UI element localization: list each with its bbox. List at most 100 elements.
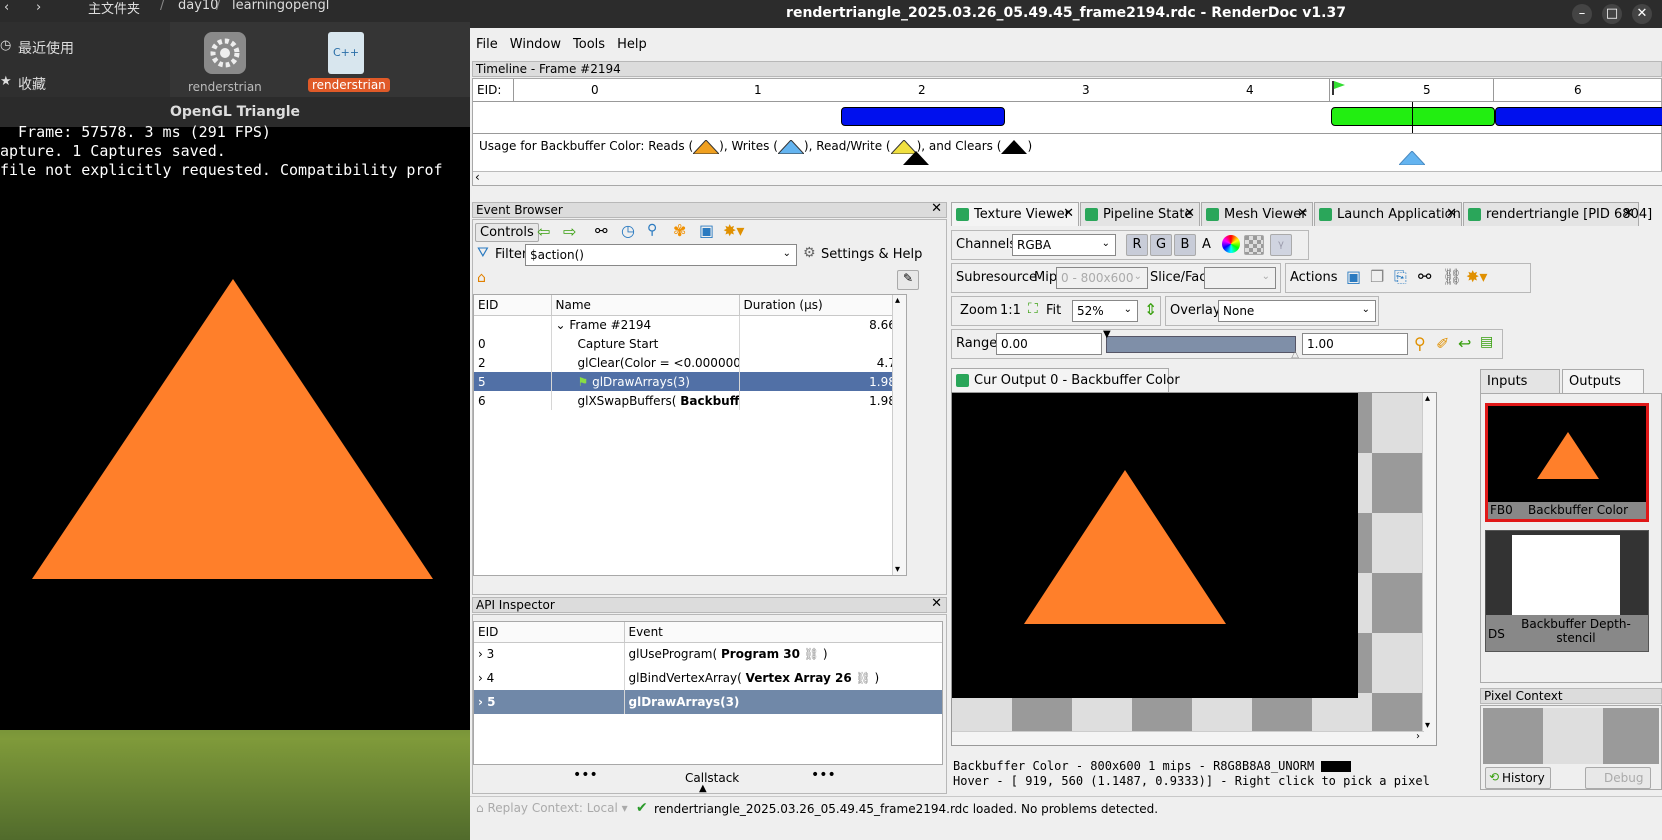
sidebar-item-starred[interactable]: 收藏: [18, 74, 46, 94]
api-row[interactable]: › 4 glBindVertexArray( Vertex Array 26 ⛓ …: [474, 666, 942, 690]
menu-window[interactable]: Window: [504, 34, 567, 52]
history-button[interactable]: ⟲ History: [1485, 767, 1551, 789]
gamma-toggle[interactable]: γ: [1270, 234, 1292, 256]
tab-rendertriangle-pid[interactable]: rendertriangle [PID 6804] ✕: [1463, 202, 1652, 226]
channel-r-toggle[interactable]: R: [1126, 234, 1148, 256]
close-icon[interactable]: ✕: [931, 202, 942, 216]
table-row[interactable]: 0 Capture Start: [474, 334, 906, 353]
tab-outputs[interactable]: Outputs: [1562, 369, 1644, 393]
table-row[interactable]: 2glClear(Color = <0.000000, 0.…4.70: [474, 353, 906, 372]
texture-preview[interactable]: ▴ ▾ ›: [951, 392, 1437, 746]
save-icon[interactable]: ▣: [699, 221, 714, 240]
bookmark-icon[interactable]: ⚲: [647, 222, 657, 238]
colors-icon[interactable]: ✾: [673, 221, 686, 240]
timeline-event-bar[interactable]: [1495, 107, 1662, 126]
sidebar-item-recent[interactable]: 最近使用: [18, 38, 74, 58]
scrollbar[interactable]: ▴ ▾: [892, 295, 906, 575]
slice-select[interactable]: ⌄: [1204, 267, 1276, 289]
color-wheel-icon[interactable]: [1222, 235, 1240, 253]
tab-inputs[interactable]: Inputs: [1480, 369, 1560, 393]
zoom-1to1-button[interactable]: 1:1: [1000, 303, 1021, 318]
fit-button[interactable]: Fit: [1046, 303, 1061, 318]
forward-icon[interactable]: ›: [36, 0, 41, 15]
path-segment[interactable]: learningopengl: [232, 0, 329, 13]
arrow-left-icon[interactable]: ⇦: [537, 222, 550, 241]
link-icon[interactable]: ⛓: [856, 671, 871, 685]
tab-pipeline-state[interactable]: Pipeline State ✕: [1080, 202, 1200, 226]
minimize-button[interactable]: –: [1572, 4, 1592, 24]
menu-help[interactable]: Help: [611, 34, 653, 52]
tab-mesh-viewer[interactable]: Mesh Viewer ✕: [1201, 202, 1313, 226]
timeline-panel[interactable]: EID: 0 1 2 3 4 5 6 Usage for Backbuffer …: [472, 78, 1662, 186]
checkerboard-icon[interactable]: [1244, 235, 1264, 255]
callstack-toggle[interactable]: Callstack: [685, 771, 739, 785]
column-event[interactable]: Event: [624, 622, 942, 643]
autofit-icon[interactable]: ✐: [1436, 334, 1449, 353]
menu-file[interactable]: File: [470, 34, 504, 52]
channel-a-toggle[interactable]: A: [1202, 237, 1211, 252]
flip-icon[interactable]: ⇕: [1144, 300, 1157, 319]
controls-label[interactable]: Controls: [475, 223, 539, 242]
splitter-dots[interactable]: •••: [811, 767, 836, 783]
column-name[interactable]: Name: [551, 295, 740, 316]
scrollbar[interactable]: ▴ ▾: [1422, 393, 1436, 745]
channels-select[interactable]: RGBA ⌄: [1012, 234, 1116, 256]
gear-icon[interactable]: [204, 32, 246, 74]
range-slider[interactable]: ▼ △: [1103, 329, 1299, 360]
timeline-current-event-bar[interactable]: [1331, 107, 1495, 126]
zoom-select[interactable]: 52% ⌄: [1072, 300, 1138, 322]
thumbnail-backbuffer-depth[interactable]: DS Backbuffer Depth-stencil: [1485, 530, 1649, 652]
chevron-up-icon[interactable]: ▲: [699, 783, 707, 794]
tab-texture-viewer[interactable]: Texture Viewer ✕: [951, 202, 1079, 226]
thumbnail-backbuffer-color[interactable]: FB0 Backbuffer Color: [1485, 403, 1649, 522]
path-segment[interactable]: day10: [178, 0, 218, 13]
settings-help-button[interactable]: Settings & Help: [821, 247, 922, 262]
save-icon[interactable]: ▣: [1346, 267, 1361, 286]
reset-icon[interactable]: ↩: [1458, 334, 1471, 353]
overlay-select[interactable]: None ⌄: [1218, 300, 1376, 322]
binoculars-icon[interactable]: ⚯: [595, 222, 608, 240]
back-icon[interactable]: ‹: [4, 0, 9, 15]
debug-button[interactable]: Debug: [1585, 767, 1651, 789]
table-row[interactable]: 6glXSwapBuffers( Backbuffer Co1.984: [474, 391, 906, 410]
extensions-icon[interactable]: ✸▾: [1466, 267, 1487, 286]
column-duration[interactable]: Duration (µs): [739, 295, 906, 316]
api-row-selected[interactable]: › 5 glDrawArrays(3): [474, 690, 942, 714]
channel-b-toggle[interactable]: B: [1174, 234, 1196, 256]
close-button[interactable]: ✕: [1632, 4, 1652, 24]
gear-icon[interactable]: ⚙: [803, 245, 816, 261]
splitter-dots[interactable]: •••: [573, 767, 598, 783]
maximize-button[interactable]: □: [1602, 4, 1622, 24]
table-row-selected[interactable]: 5 ⚑ glDrawArrays(3) 1.984: [474, 372, 906, 391]
close-icon[interactable]: ✕: [931, 597, 942, 611]
tab-launch-application[interactable]: Launch Application ✕: [1314, 202, 1462, 226]
fit-icon[interactable]: ⛶: [1028, 301, 1038, 317]
arrow-right-icon[interactable]: ⇨: [563, 222, 576, 241]
replay-context[interactable]: ⌂ Replay Context: Local ▾: [476, 801, 628, 815]
range-min-input[interactable]: 0.00: [996, 333, 1102, 355]
binoculars-icon[interactable]: ⚯: [1418, 267, 1431, 286]
api-row[interactable]: › 3 glUseProgram( Program 30 ⛓ ): [474, 642, 942, 666]
open-icon[interactable]: ⎘: [1394, 267, 1407, 287]
clock-icon[interactable]: ◷: [621, 221, 635, 240]
menu-tools[interactable]: Tools: [567, 34, 611, 52]
cpp-file-icon[interactable]: C++: [328, 32, 364, 74]
scrollbar[interactable]: ›: [952, 731, 1424, 745]
link-icon[interactable]: ⛓: [1442, 267, 1462, 286]
timeline-event-bar[interactable]: [841, 107, 1005, 126]
filter-input[interactable]: $action() ⌄: [525, 244, 797, 266]
notes-icon[interactable]: ✎: [897, 270, 919, 290]
range-max-input[interactable]: 1.00: [1302, 333, 1408, 355]
copy-icon[interactable]: ❐: [1370, 267, 1384, 286]
home-icon[interactable]: ⌂: [477, 270, 486, 286]
extensions-icon[interactable]: ✸▾: [723, 221, 744, 240]
column-eid[interactable]: EID: [474, 295, 552, 316]
mip-select[interactable]: 0 - 800x600 ⌄: [1056, 267, 1148, 289]
timeline-scrollbar[interactable]: ‹: [473, 170, 1662, 185]
tab-cur-output[interactable]: Cur Output 0 - Backbuffer Color: [951, 368, 1180, 392]
path-segment[interactable]: 主文件夹: [88, 0, 140, 17]
channel-g-toggle[interactable]: G: [1150, 234, 1172, 256]
column-eid[interactable]: EID: [474, 622, 625, 643]
table-row[interactable]: ⌄ Frame #2194 8.668: [474, 315, 906, 334]
histogram-icon[interactable]: ▤: [1480, 334, 1493, 350]
